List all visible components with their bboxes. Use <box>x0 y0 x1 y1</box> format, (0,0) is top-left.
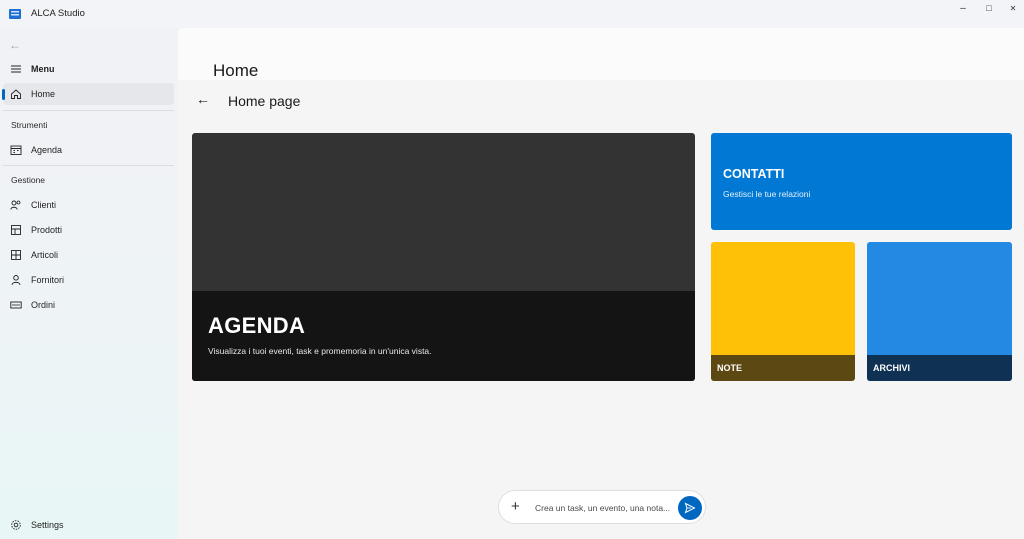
agenda-tile-description: Visualizza i tuoi eventi, task e promemo… <box>208 346 432 356</box>
sidebar-item-prodotti[interactable]: Prodotti <box>3 219 174 241</box>
home-icon <box>11 89 21 99</box>
note-tile-title: NOTE <box>711 355 855 381</box>
back-arrow-icon[interactable]: ← <box>9 38 21 52</box>
maximize-icon: □ <box>986 3 992 13</box>
page-title: Home <box>213 61 259 80</box>
agenda-tile[interactable]: AGENDA Visualizza i tuoi eventi, task e … <box>192 133 695 381</box>
sidebar-item-label: Prodotti <box>31 225 63 235</box>
archivi-tile[interactable]: ARCHIVI <box>867 242 1012 381</box>
grid-icon <box>11 250 21 260</box>
page-header: Home <box>178 28 1024 80</box>
sidebar-item-label: Home <box>31 89 56 99</box>
app-logo-icon <box>9 9 21 19</box>
divider <box>3 165 174 166</box>
window-title: ALCA Studio <box>31 8 85 19</box>
sidebar-item-articoli[interactable]: Articoli <box>3 244 174 266</box>
receipt-icon <box>10 301 22 309</box>
back-arrow-icon[interactable]: ← <box>196 91 210 107</box>
main-content: Home ← Home page AGENDA Visualizza i tuo… <box>178 28 1024 539</box>
agenda-tile-title: AGENDA <box>208 313 306 338</box>
sub-page-title: Home page <box>228 93 301 109</box>
section-header-strumenti: Strumenti <box>11 120 48 130</box>
send-icon <box>684 502 696 514</box>
menu-toggle-button[interactable]: Menu <box>3 58 174 80</box>
sidebar-item-ordini[interactable]: Ordini <box>3 294 174 316</box>
quick-create-bar: + <box>498 490 706 524</box>
menu-label: Menu <box>31 64 55 74</box>
close-button[interactable]: ✕ <box>996 0 1024 16</box>
minimize-icon: – <box>960 2 966 14</box>
sidebar-item-label: Articoli <box>31 250 59 260</box>
sidebar-item-agenda[interactable]: Agenda <box>3 139 174 161</box>
contatti-tile-title: CONTATTI <box>723 167 785 181</box>
calendar-icon <box>10 145 22 155</box>
sidebar-item-label: Ordini <box>31 300 56 310</box>
close-icon: ✕ <box>1009 3 1017 13</box>
contatti-tile-description: Gestisci le tue relazioni <box>723 189 811 199</box>
people-icon <box>10 200 21 210</box>
product-icon <box>11 225 21 235</box>
section-header-gestione: Gestione <box>11 175 46 185</box>
archivi-tile-title: ARCHIVI <box>867 355 1012 381</box>
navigation-pane: ← Menu Home Strumenti Agenda Gestione Cl… <box>0 28 178 539</box>
sidebar-item-label: Settings <box>31 520 64 530</box>
plus-icon[interactable]: + <box>511 498 520 515</box>
sidebar-item-label: Clienti <box>31 200 57 210</box>
sidebar-item-clienti[interactable]: Clienti <box>3 194 174 216</box>
sidebar-item-home[interactable]: Home <box>2 83 174 105</box>
quick-create-input[interactable] <box>535 500 673 516</box>
send-button[interactable] <box>678 496 702 520</box>
title-bar: ALCA Studio – □ ✕ <box>0 0 1024 28</box>
sidebar-item-settings[interactable]: Settings <box>3 514 174 536</box>
divider <box>3 110 174 111</box>
agenda-caption: AGENDA Visualizza i tuoi eventi, task e … <box>192 291 695 381</box>
contatti-tile[interactable]: CONTATTI Gestisci le tue relazioni <box>711 133 1012 230</box>
sidebar-item-fornitori[interactable]: Fornitori <box>3 269 174 291</box>
gear-icon <box>11 520 21 530</box>
hamburger-icon <box>11 65 21 73</box>
note-tile[interactable]: NOTE <box>711 242 855 381</box>
person-icon <box>11 275 21 286</box>
sidebar-item-label: Fornitori <box>31 275 65 285</box>
sidebar-item-label: Agenda <box>31 145 63 155</box>
